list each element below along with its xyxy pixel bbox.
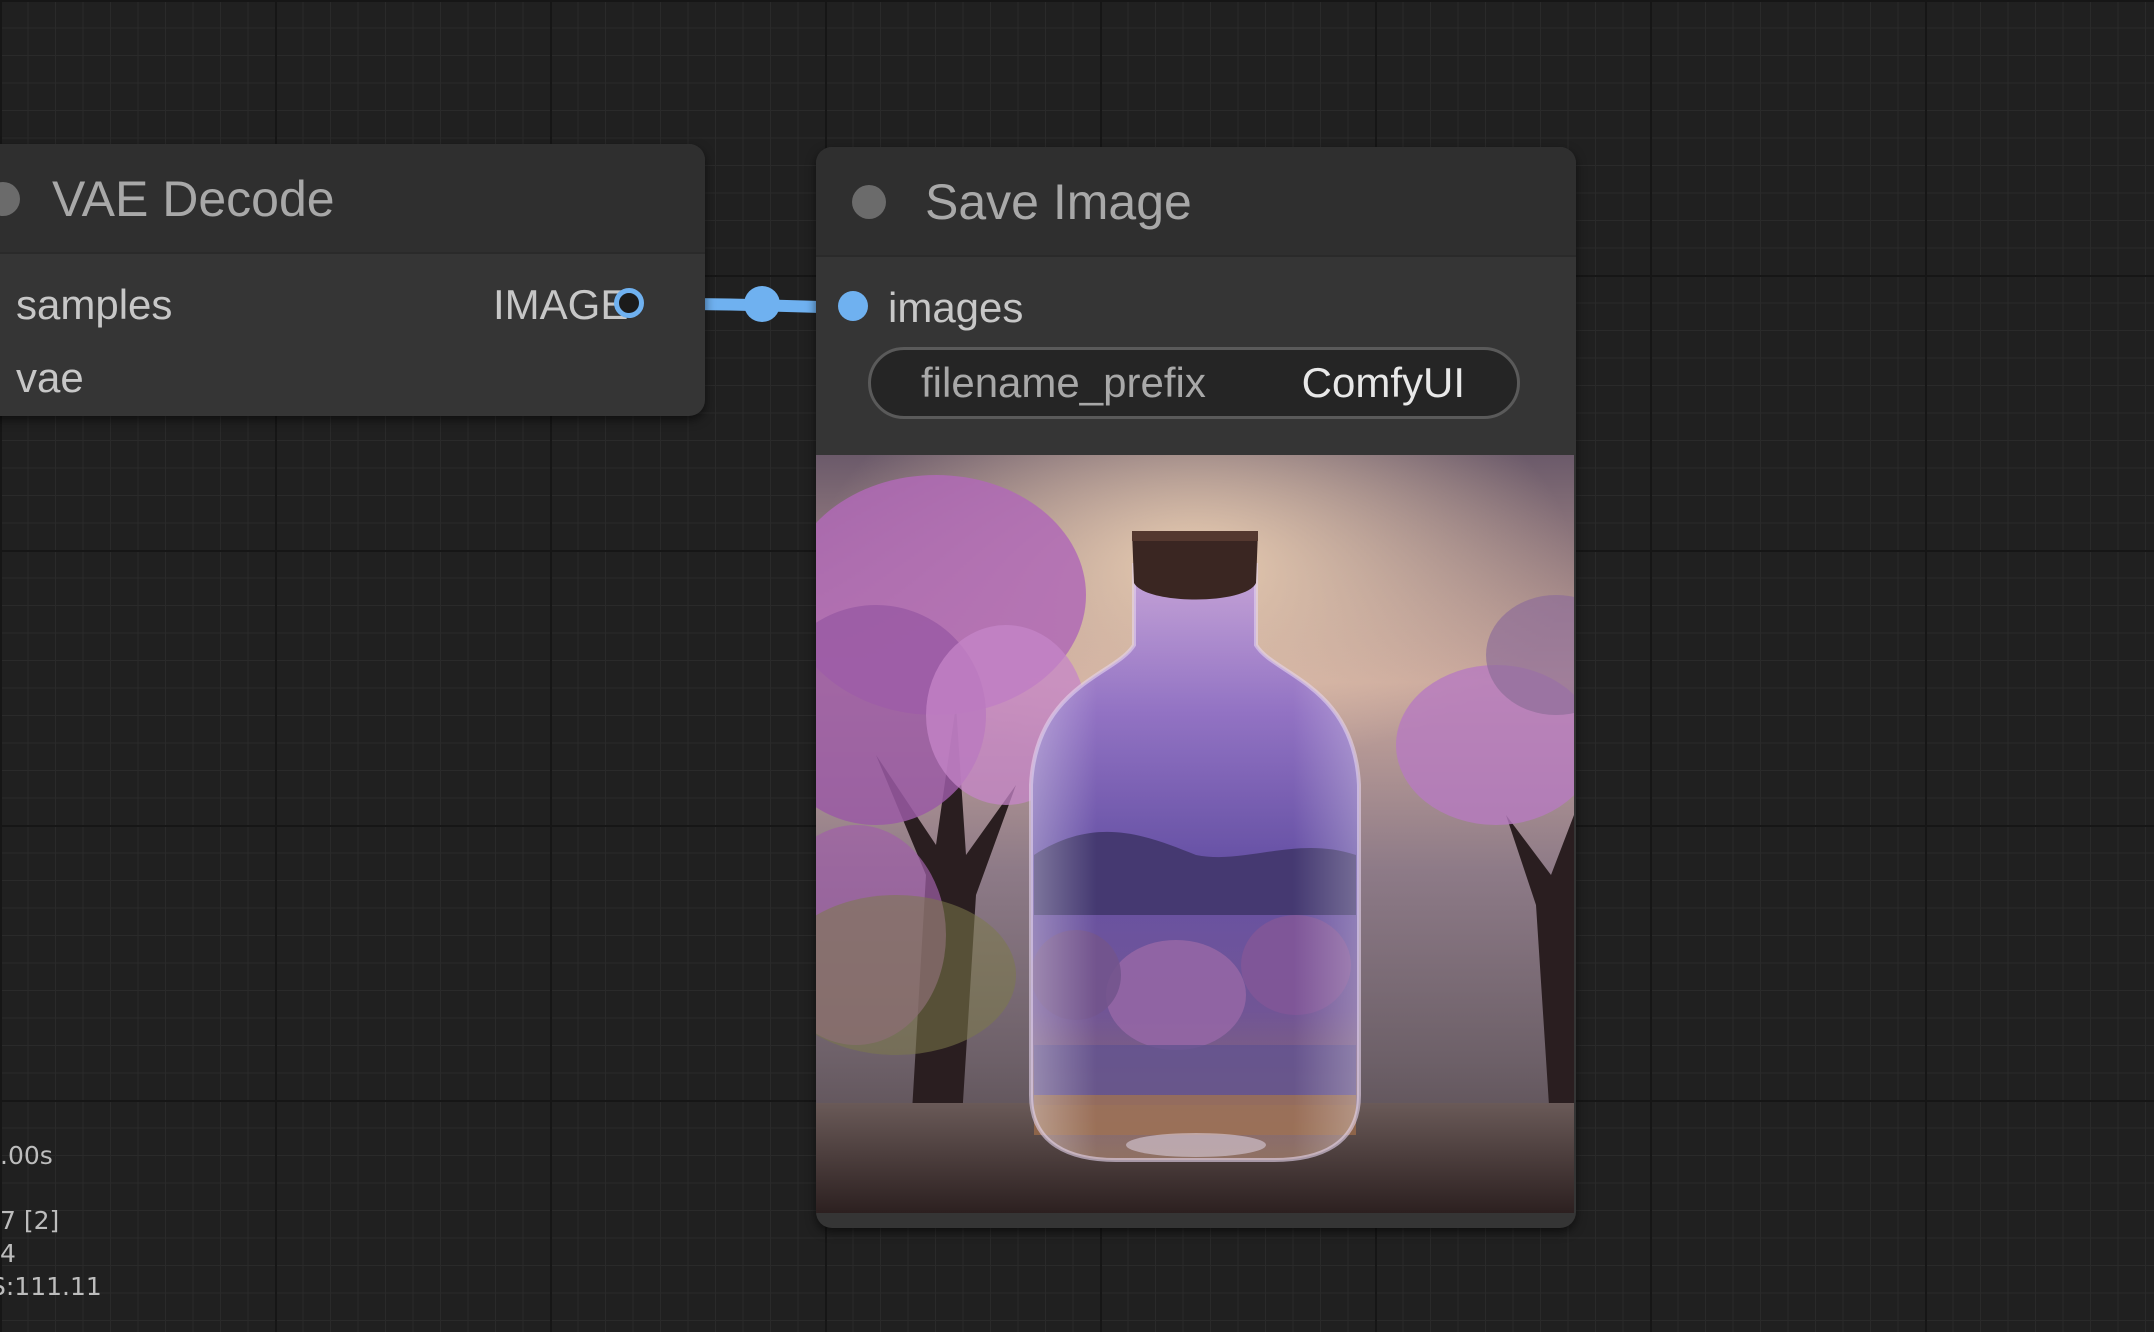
link-midpoint-handle	[744, 286, 780, 322]
output-slot-image-label: IMAGE	[493, 281, 629, 328]
vae-decode-node[interactable]: VAE Decode samples vae IMAGE	[0, 144, 705, 416]
stats-line-3: 4	[0, 1239, 16, 1268]
stats-line-1: .00s	[0, 1141, 53, 1170]
image-preview[interactable]	[816, 455, 1574, 1213]
input-slot-vae[interactable]: vae	[16, 353, 84, 403]
save-image-node[interactable]: Save Image images filename_prefix ComfyU…	[816, 147, 1576, 1228]
generated-image	[816, 455, 1574, 1213]
save-image-collapse-toggle[interactable]	[852, 185, 886, 219]
filename-prefix-value: ComfyUI	[1301, 359, 1465, 406]
stats-line-4: S:111.11	[0, 1272, 102, 1301]
output-slot-image-dot[interactable]	[614, 288, 644, 318]
filename-prefix-widget[interactable]: filename_prefix ComfyUI	[868, 347, 1520, 419]
stats-line-2: 7 [2]	[0, 1206, 60, 1235]
filename-prefix-label: filename_prefix	[921, 359, 1206, 406]
input-slot-samples[interactable]: samples	[16, 280, 172, 330]
vae-decode-title: VAE Decode	[52, 171, 335, 227]
input-slot-images-dot[interactable]	[838, 291, 868, 321]
save-image-title: Save Image	[925, 174, 1192, 230]
input-slot-images-label: images	[888, 284, 1024, 331]
